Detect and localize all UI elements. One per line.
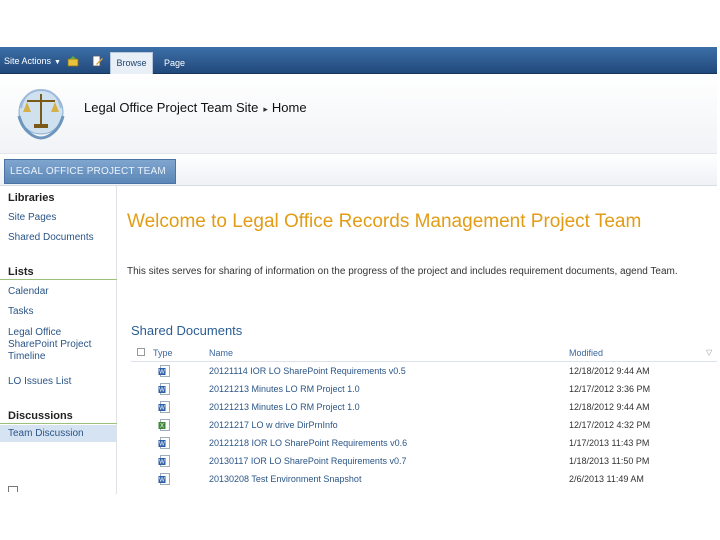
nav-item-issues-list[interactable]: LO Issues List [8, 376, 113, 388]
svg-text:W: W [159, 442, 165, 448]
site-header: Legal Office Project Team Site ▸ Home [0, 74, 717, 154]
document-name-link[interactable]: 20130208 Test Environment Snapshot [209, 474, 361, 484]
document-modified-date: 1/18/2013 11:50 PM [569, 456, 650, 466]
svg-text:W: W [159, 370, 165, 376]
nav-item-tasks[interactable]: Tasks [8, 306, 113, 318]
document-name-link[interactable]: 20121218 IOR LO SharePoint Requirements … [209, 438, 407, 448]
libraries-heading[interactable]: Libraries [8, 192, 54, 204]
breadcrumb-arrow-icon: ▸ [263, 104, 268, 114]
document-name-link[interactable]: 20121213 Minutes LO RM Project 1.0 [209, 402, 360, 412]
nav-item-shared-documents[interactable]: Shared Documents [8, 232, 113, 244]
site-actions-menu[interactable]: Site Actions ▼ [4, 56, 61, 66]
excel-doc-icon[interactable]: X [158, 419, 170, 431]
lists-heading[interactable]: Lists [8, 266, 34, 278]
nav-item-team-discussion[interactable]: Team Discussion [0, 425, 116, 442]
nav-item-project-timeline[interactable]: Legal Office SharePoint Project Timeline [8, 327, 113, 363]
quick-launch: Libraries Site Pages Shared Documents Li… [0, 186, 117, 494]
intro-text: This sites serves for sharing of informa… [127, 266, 678, 277]
document-modified-date: 12/17/2012 3:36 PM [569, 384, 651, 394]
edit-page-icon[interactable] [91, 55, 103, 67]
document-modified-date: 12/18/2012 9:44 AM [569, 402, 650, 412]
word-doc-icon[interactable]: W [158, 401, 170, 413]
svg-text:W: W [159, 460, 165, 466]
table-row[interactable]: W 20121114 IOR LO SharePoint Requirements… [131, 362, 717, 380]
breadcrumb-current-page: Home [271, 100, 307, 115]
sharepoint-window: Site Actions ▼ Browse Page Legal Office P… [0, 47, 717, 494]
word-doc-icon[interactable]: W [158, 383, 170, 395]
document-name-link[interactable]: 20121114 IOR LO SharePoint Requirements … [209, 366, 406, 376]
column-header-type[interactable]: Type [153, 348, 173, 358]
select-all-checkbox[interactable] [137, 348, 145, 356]
document-name-link[interactable]: 20130117 IOR LO SharePoint Requirements … [209, 456, 406, 466]
nav-item-site-pages[interactable]: Site Pages [8, 212, 113, 224]
nav-divider [0, 279, 117, 280]
word-doc-icon[interactable]: W [158, 365, 170, 377]
document-list-header: Type Name Modified ▽ [131, 344, 717, 362]
tab-page[interactable]: Page [164, 58, 185, 68]
svg-text:X: X [160, 424, 164, 430]
table-row[interactable]: X 20121217 LO w drive DirPrnInfo 12/17/201… [131, 416, 717, 434]
svg-text:W: W [159, 406, 165, 412]
topnav-home-tab[interactable]: LEGAL OFFICE PROJECT TEAM SITE [4, 159, 176, 200]
filter-icon[interactable]: ▽ [706, 348, 712, 357]
table-row[interactable]: W 20121213 Minutes LO RM Project 1.0 12/18… [131, 398, 717, 416]
site-actions-label: Site Actions [4, 56, 52, 66]
site-logo [17, 88, 65, 140]
table-row[interactable]: W 20130208 Test Environment Snapshot 2/6/2… [131, 470, 717, 488]
svg-text:W: W [159, 478, 165, 484]
column-header-modified[interactable]: Modified [569, 348, 603, 358]
chevron-down-icon: ▼ [54, 59, 61, 66]
shared-documents-title[interactable]: Shared Documents [131, 323, 242, 338]
ribbon-bar: Site Actions ▼ Browse Page [0, 47, 717, 74]
word-doc-icon[interactable]: W [158, 437, 170, 449]
table-row[interactable]: W 20121213 Minutes LO RM Project 1.0 12/17… [131, 380, 717, 398]
document-modified-date: 1/17/2013 11:43 PM [569, 438, 650, 448]
top-navigation: LEGAL OFFICE PROJECT TEAM SITE [0, 154, 717, 200]
svg-text:W: W [159, 388, 165, 394]
recycle-bin-icon[interactable] [8, 486, 18, 492]
nav-item-calendar[interactable]: Calendar [8, 286, 113, 298]
table-row[interactable]: W 20121218 IOR LO SharePoint Requirements… [131, 434, 717, 452]
word-doc-icon[interactable]: W [158, 473, 170, 485]
document-modified-date: 12/18/2012 9:44 AM [569, 366, 650, 376]
page-title: Welcome to Legal Office Records Manageme… [127, 211, 642, 232]
document-modified-date: 2/6/2013 11:49 AM [569, 474, 644, 484]
navigate-up-icon[interactable] [67, 55, 79, 67]
tab-browse[interactable]: Browse [110, 52, 153, 74]
document-name-link[interactable]: 20121217 LO w drive DirPrnInfo [209, 420, 338, 430]
document-modified-date: 12/17/2012 4:32 PM [569, 420, 651, 430]
word-doc-icon[interactable]: W [158, 455, 170, 467]
breadcrumb: Legal Office Project Team Site ▸ Home [84, 100, 307, 115]
discussions-heading[interactable]: Discussions [8, 410, 73, 422]
table-row[interactable]: W 20130117 IOR LO SharePoint Requirements… [131, 452, 717, 470]
document-name-link[interactable]: 20121213 Minutes LO RM Project 1.0 [209, 384, 360, 394]
main-content: Welcome to Legal Office Records Manageme… [117, 186, 717, 494]
nav-divider [0, 423, 117, 424]
column-header-name[interactable]: Name [209, 348, 233, 358]
document-list: W 20121114 IOR LO SharePoint Requirements… [131, 362, 717, 488]
site-name-link[interactable]: Legal Office Project Team Site [84, 100, 258, 115]
